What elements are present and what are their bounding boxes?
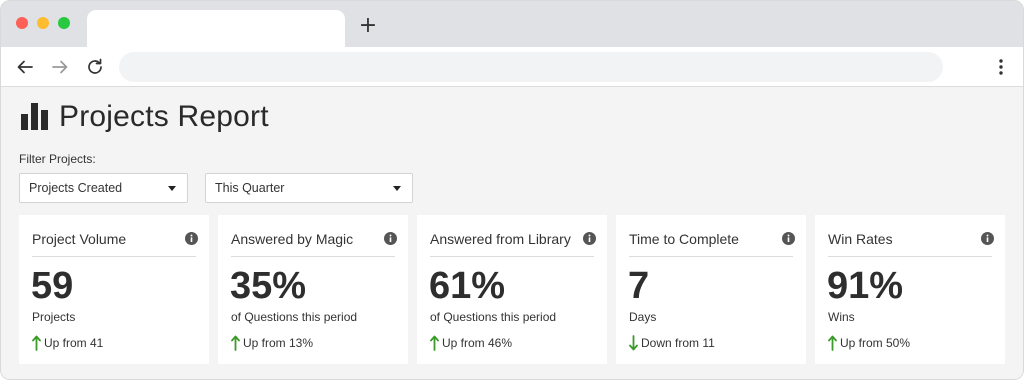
metric-card-time-to-complete: Time to Complete 7 Days Down from 11 — [616, 215, 806, 364]
arrow-up-icon — [828, 335, 837, 351]
info-icon[interactable] — [583, 232, 596, 245]
address-bar[interactable] — [119, 52, 943, 82]
card-value: 35% — [230, 265, 307, 307]
card-value: 61% — [429, 265, 506, 307]
card-title: Answered from Library — [430, 231, 571, 247]
card-title: Time to Complete — [629, 231, 739, 247]
active-tab[interactable] — [87, 10, 345, 47]
card-value: 7 — [628, 265, 650, 307]
arrow-down-icon — [629, 335, 638, 351]
bar-chart-icon — [21, 103, 48, 130]
report-page: Projects Report Filter Projects: Project… — [1, 88, 1023, 379]
card-trend: Up from 50% — [828, 335, 910, 351]
card-title: Answered by Magic — [231, 231, 354, 247]
browser-toolbar — [1, 47, 1023, 87]
period-select-value: This Quarter — [215, 181, 285, 195]
divider — [231, 256, 395, 257]
metric-cards: Project Volume 59 Projects Up from 41 An… — [19, 215, 1009, 365]
card-unit: of Questions this period — [231, 310, 358, 324]
divider — [629, 256, 793, 257]
filter-label: Filter Projects: — [19, 152, 96, 166]
caret-down-icon — [168, 186, 176, 191]
more-vertical-icon[interactable] — [991, 56, 1011, 78]
forward-arrow-icon[interactable] — [49, 56, 71, 78]
divider — [828, 256, 992, 257]
card-unit: Projects — [32, 310, 76, 324]
card-unit: Wins — [828, 310, 855, 324]
maximize-window-button[interactable] — [58, 17, 70, 29]
browser-window: + Projects Report Filter Projects: Proje — [0, 0, 1024, 380]
card-value: 91% — [827, 265, 904, 307]
card-trend-text: Down from 11 — [641, 336, 715, 350]
card-trend-text: Up from 13% — [243, 336, 314, 350]
divider — [32, 256, 196, 257]
divider — [430, 256, 594, 257]
new-tab-button[interactable]: + — [357, 15, 379, 37]
arrow-up-icon — [32, 335, 41, 351]
arrow-up-icon — [430, 335, 439, 351]
card-value: 59 — [31, 265, 74, 307]
caret-down-icon — [393, 186, 401, 191]
project-type-select[interactable]: Projects Created — [19, 173, 188, 203]
project-type-select-value: Projects Created — [29, 181, 123, 195]
card-trend: Up from 13% — [231, 335, 313, 351]
card-unit: of Questions this period — [430, 310, 557, 324]
period-select[interactable]: This Quarter — [205, 173, 413, 203]
minimize-window-button[interactable] — [37, 17, 49, 29]
info-icon[interactable] — [384, 232, 397, 245]
card-title: Project Volume — [32, 231, 127, 247]
close-window-button[interactable] — [16, 17, 28, 29]
back-arrow-icon[interactable] — [14, 56, 36, 78]
info-icon[interactable] — [981, 232, 994, 245]
tab-strip: + — [1, 1, 1023, 47]
info-icon[interactable] — [782, 232, 795, 245]
card-trend: Down from 11 — [629, 335, 715, 351]
reload-icon[interactable] — [84, 56, 106, 78]
metric-card-answered-from-library: Answered from Library 61% of Questions t… — [417, 215, 607, 364]
page-title: Projects Report — [59, 100, 269, 133]
card-trend: Up from 41 — [32, 335, 103, 351]
arrow-up-icon — [231, 335, 240, 351]
card-trend-text: Up from 41 — [44, 336, 104, 350]
card-trend: Up from 46% — [430, 335, 512, 351]
info-icon[interactable] — [185, 232, 198, 245]
metric-card-win-rates: Win Rates 91% Wins Up from 50% — [815, 215, 1005, 364]
card-trend-text: Up from 50% — [840, 336, 911, 350]
card-title: Win Rates — [828, 231, 893, 247]
metric-card-project-volume: Project Volume 59 Projects Up from 41 — [19, 215, 209, 364]
metric-card-answered-by-magic: Answered by Magic 35% of Questions this … — [218, 215, 408, 364]
card-trend-text: Up from 46% — [442, 336, 513, 350]
card-unit: Days — [629, 310, 657, 324]
